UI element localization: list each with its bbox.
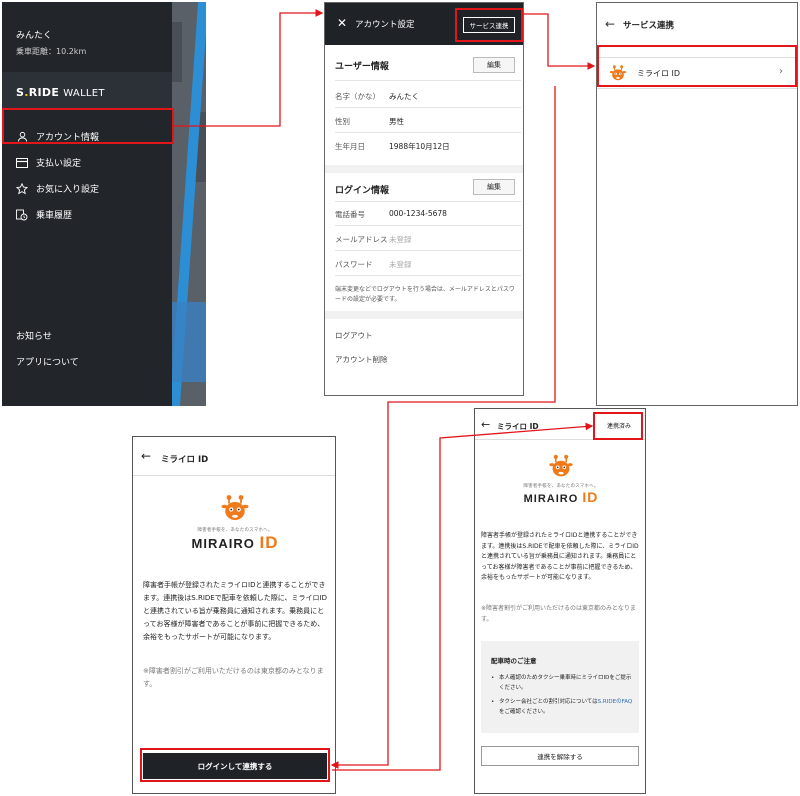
flow-connectors — [174, 9, 596, 771]
